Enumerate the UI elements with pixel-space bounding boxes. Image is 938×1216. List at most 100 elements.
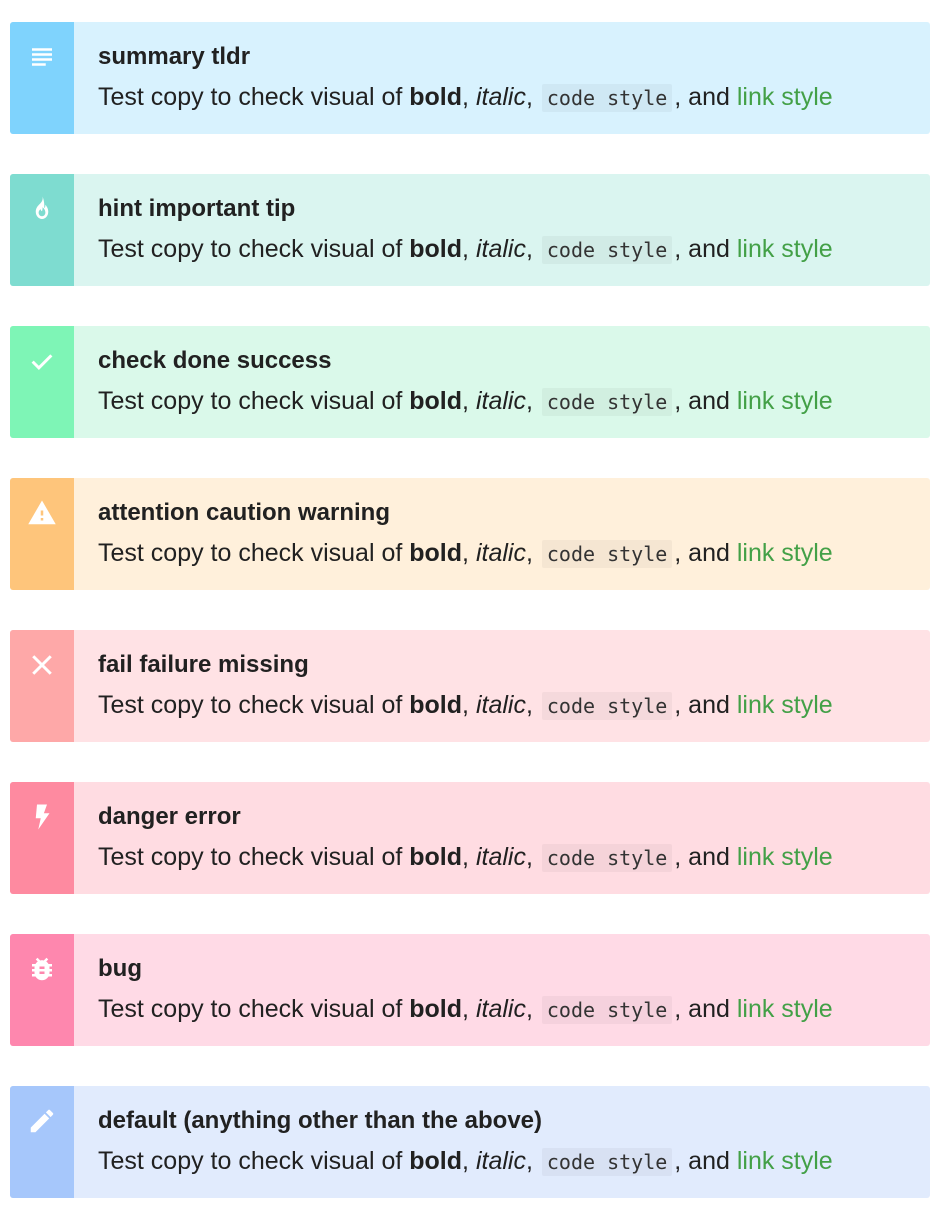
italic-text: italic <box>475 995 526 1023</box>
callout-icon-bar <box>10 782 74 894</box>
link-style-link[interactable]: link style <box>737 843 833 871</box>
callout-title: check done success <box>98 347 332 374</box>
callout-title: hint important tip <box>98 195 296 222</box>
callout-icon-bar <box>10 22 74 134</box>
callout-title: bug <box>98 955 142 982</box>
callout-danger: danger error Test copy to check visual o… <box>10 782 930 894</box>
callout-title: fail failure missing <box>98 651 309 678</box>
link-style-link[interactable]: link style <box>737 83 833 111</box>
bug-icon <box>32 957 52 981</box>
callout-check: check done success Test copy to check vi… <box>10 326 930 438</box>
callout-content: danger error Test copy to check visual o… <box>74 782 930 894</box>
callout-content: default (anything other than the above) … <box>74 1086 930 1198</box>
separator: , <box>525 995 533 1023</box>
link-style-link[interactable]: link style <box>737 1147 833 1175</box>
separator: , <box>525 83 533 111</box>
lines-icon <box>32 48 52 66</box>
code-text: code style <box>541 996 673 1024</box>
text-prefix: Test copy to check visual of <box>98 387 403 415</box>
bold-text: bold <box>409 539 463 567</box>
separator: , <box>462 995 469 1023</box>
code-text: code style <box>541 1148 673 1176</box>
pencil-icon <box>30 1109 54 1133</box>
callout-text: Test copy to check visual of bold, itali… <box>98 82 930 113</box>
callout-title: summary tldr <box>98 43 251 70</box>
separator: , <box>525 691 533 719</box>
and-text: , and <box>674 691 730 719</box>
link-style-link[interactable]: link style <box>737 691 833 719</box>
code-text: code style <box>541 844 673 872</box>
separator: , <box>462 691 469 719</box>
link-style-link[interactable]: link style <box>737 235 833 263</box>
and-text: , and <box>674 235 730 263</box>
callout-fail: fail failure missing Test copy to check … <box>10 630 930 742</box>
callout-attention: attention caution warning Test copy to c… <box>10 478 930 590</box>
text-prefix: Test copy to check visual of <box>98 539 403 567</box>
separator: , <box>525 1147 533 1175</box>
callout-icon-bar <box>10 934 74 1046</box>
callout-text: Test copy to check visual of bold, itali… <box>98 386 930 417</box>
code-text: code style <box>541 84 673 112</box>
bold-text: bold <box>409 83 463 111</box>
italic-text: italic <box>475 1147 526 1175</box>
callout-text: Test copy to check visual of bold, itali… <box>98 842 930 873</box>
italic-text: italic <box>475 387 526 415</box>
separator: , <box>462 83 469 111</box>
warning-triangle-icon <box>28 500 56 525</box>
code-text: code style <box>541 388 673 416</box>
separator: , <box>462 539 469 567</box>
callout-text: Test copy to check visual of bold, itali… <box>98 994 930 1025</box>
callout-content: check done success Test copy to check vi… <box>74 326 930 438</box>
separator: , <box>525 843 533 871</box>
close-x-icon <box>32 655 52 675</box>
and-text: , and <box>674 83 730 111</box>
link-style-link[interactable]: link style <box>737 387 833 415</box>
callout-content: bug Test copy to check visual of bold, i… <box>74 934 930 1046</box>
callout-icon-bar <box>10 326 74 438</box>
italic-text: italic <box>475 539 526 567</box>
callout-content: fail failure missing Test copy to check … <box>74 630 930 742</box>
separator: , <box>525 387 533 415</box>
italic-text: italic <box>475 843 526 871</box>
callout-content: summary tldr Test copy to check visual o… <box>74 22 930 134</box>
separator: , <box>525 235 533 263</box>
bold-text: bold <box>409 691 463 719</box>
callout-icon-bar <box>10 630 74 742</box>
callout-title: attention caution warning <box>98 499 390 526</box>
callout-text: Test copy to check visual of bold, itali… <box>98 690 930 721</box>
separator: , <box>462 1147 469 1175</box>
text-prefix: Test copy to check visual of <box>98 691 403 719</box>
callout-hint: hint important tip Test copy to check vi… <box>10 174 930 286</box>
code-text: code style <box>541 236 673 264</box>
code-text: code style <box>541 692 673 720</box>
callout-content: attention caution warning Test copy to c… <box>74 478 930 590</box>
callout-title: danger error <box>98 803 241 830</box>
text-prefix: Test copy to check visual of <box>98 995 403 1023</box>
callout-icon-bar <box>10 478 74 590</box>
callout-icon-bar <box>10 1086 74 1198</box>
separator: , <box>462 387 469 415</box>
separator: , <box>462 235 469 263</box>
text-prefix: Test copy to check visual of <box>98 843 403 871</box>
callout-icon-bar <box>10 174 74 286</box>
callout-summary: summary tldr Test copy to check visual o… <box>10 22 930 134</box>
code-text: code style <box>541 540 673 568</box>
link-style-link[interactable]: link style <box>737 995 833 1023</box>
text-prefix: Test copy to check visual of <box>98 235 403 263</box>
and-text: , and <box>674 539 730 567</box>
link-style-link[interactable]: link style <box>737 539 833 567</box>
callout-text: Test copy to check visual of bold, itali… <box>98 538 930 569</box>
italic-text: italic <box>475 235 526 263</box>
lightning-bolt-icon <box>35 804 50 830</box>
and-text: , and <box>674 387 730 415</box>
flame-icon <box>35 196 49 219</box>
and-text: , and <box>674 1147 730 1175</box>
callout-default: default (anything other than the above) … <box>10 1086 930 1198</box>
callout-content: hint important tip Test copy to check vi… <box>74 174 930 286</box>
and-text: , and <box>674 843 730 871</box>
callout-title: default (anything other than the above) <box>98 1107 543 1134</box>
separator: , <box>525 539 533 567</box>
callout-text: Test copy to check visual of bold, itali… <box>98 234 930 265</box>
checkmark-icon <box>31 354 53 370</box>
italic-text: italic <box>475 691 526 719</box>
